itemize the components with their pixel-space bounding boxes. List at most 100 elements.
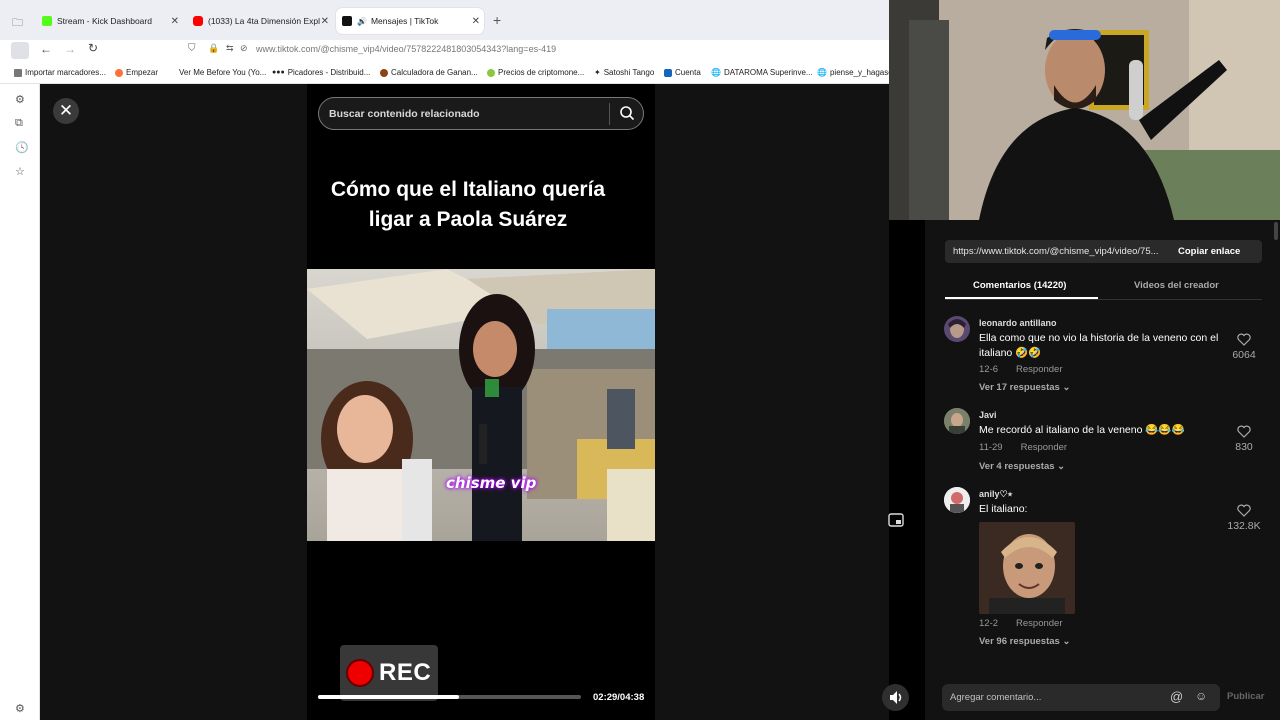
bookmark-label: Picadores - Distribuid... <box>287 68 371 77</box>
volume-button[interactable] <box>882 684 909 711</box>
bookmark-satoshi-tango[interactable]: ✦ Satoshi Tango <box>594 68 654 77</box>
back-icon[interactable]: ← <box>40 42 52 56</box>
chevron-down-icon: ⌄ <box>1062 382 1071 393</box>
reload-icon[interactable]: ↻ <box>88 41 98 55</box>
share-url[interactable]: https://www.tiktok.com/@chisme_vip4/vide… <box>953 246 1159 257</box>
tab-comments[interactable]: Comentarios (14220) <box>973 280 1066 291</box>
comment-meta: 12-2 Responder <box>979 618 1081 629</box>
comment-placeholder: Agregar comentario... <box>950 692 1042 703</box>
avatar-image <box>944 408 970 434</box>
related-search-input[interactable]: Buscar contenido relacionado <box>318 97 644 130</box>
tab-tiktok-messages[interactable]: 🔊 Mensajes | TikTok ✕ <box>336 8 484 34</box>
comment-username[interactable]: leonardo antillano <box>979 318 1057 328</box>
bookmark-precios-cripto[interactable]: Precios de criptomone... <box>487 68 584 77</box>
video-progress-bar[interactable] <box>318 695 581 699</box>
avatar[interactable] <box>944 408 970 434</box>
publish-button[interactable]: Publicar <box>1227 691 1265 702</box>
history-icon[interactable]: 🕓 <box>15 141 29 154</box>
reply-button[interactable]: Responder <box>1021 442 1067 453</box>
comment-date: 11-29 <box>979 442 1003 453</box>
emoji-icon[interactable]: ☺ <box>1195 689 1207 703</box>
copy-link-button[interactable]: Copiar enlace <box>1178 246 1240 257</box>
panel-tabs: Comentarios (14220) Videos del creador <box>945 278 1262 300</box>
comment-date: 12-2 <box>979 618 999 629</box>
bookmark-label: Satoshi Tango <box>603 68 655 77</box>
bookmark-dataroma[interactable]: 🌐 DATAROMA Superinve... <box>711 68 813 77</box>
tab-youtube[interactable]: (1033) La 4ta Dimensión Explica ✕ <box>187 9 333 33</box>
comment-text: Me recordó al italiano de la veneno 😂😂😂 <box>979 424 1185 436</box>
avatar-image <box>948 319 966 338</box>
close-tab-icon[interactable]: ✕ <box>472 16 480 27</box>
bookmark-calculadora[interactable]: Calculadora de Ganan... <box>380 68 478 77</box>
sidebar-toggle-icon[interactable] <box>11 42 29 59</box>
heart-icon[interactable] <box>1237 504 1251 517</box>
rec-indicator: REC <box>340 645 438 701</box>
tab-label: Mensajes | TikTok <box>370 16 439 26</box>
bookmark-piense[interactable]: 🌐 piense_y_hagase <box>817 68 893 77</box>
bookmark-label: Calculadora de Ganan... <box>391 68 478 77</box>
bookmark-picadores[interactable]: ●●● Picadores - Distribuid... <box>272 68 370 77</box>
globe-icon: 🌐 <box>711 68 721 77</box>
video-headline: Cómo que el Italiano quería ligar a Paol… <box>330 178 606 231</box>
autoplay-blocked-icon[interactable]: ⊘ <box>240 43 248 54</box>
firefox-icon <box>115 68 123 77</box>
replies-label: Ver 4 respuestas <box>979 461 1055 472</box>
comment-username[interactable]: Javi <box>979 410 997 420</box>
permissions-icon[interactable]: ⇆ <box>226 43 234 54</box>
view-replies-button[interactable]: Ver 17 respuestas ⌄ <box>979 382 1070 393</box>
bookmark-cuenta[interactable]: Cuenta <box>664 68 701 77</box>
satoshi-icon: ✦ <box>594 68 601 77</box>
avatar[interactable] <box>944 316 970 342</box>
replies-label: Ver 17 respuestas <box>979 382 1060 393</box>
search-icon[interactable] <box>619 105 635 121</box>
close-tab-icon[interactable]: ✕ <box>321 16 329 27</box>
rec-label: REC <box>379 659 432 686</box>
avatar[interactable] <box>944 487 970 513</box>
reply-button[interactable]: Responder <box>1016 618 1062 629</box>
calculator-icon <box>380 68 388 77</box>
bookmark-label: Cuenta <box>675 68 701 77</box>
heart-icon[interactable] <box>1237 425 1251 438</box>
synced-tabs-icon[interactable]: ⧉ <box>15 117 23 130</box>
comment-gif-image[interactable] <box>979 522 1075 614</box>
heart-icon[interactable] <box>1237 333 1251 346</box>
browser-sidebar: ⚙ ⧉ 🕓 ☆ ⚙ <box>0 84 40 720</box>
customize-sidebar-icon[interactable]: ⚙ <box>15 702 25 715</box>
speaker-icon[interactable]: 🔊 <box>357 17 367 26</box>
new-tab-button[interactable]: + <box>493 12 501 28</box>
bookmark-label: Precios de criptomone... <box>498 68 585 77</box>
bookmarks-icon[interactable]: ☆ <box>15 165 25 178</box>
comment-input[interactable]: Agregar comentario... @ ☺ <box>942 684 1220 711</box>
video-frame <box>307 269 655 541</box>
comment-meta: 11-29 Responder <box>979 442 1085 453</box>
comment-username[interactable]: anily♡⭑ <box>979 489 1012 500</box>
ai-chat-icon[interactable]: ⚙ <box>15 93 25 106</box>
shield-icon[interactable]: ⛉ <box>188 43 196 54</box>
bookmark-empezar[interactable]: Empezar <box>115 68 158 77</box>
panel-scrollbar[interactable] <box>1274 222 1278 240</box>
close-tab-icon[interactable]: ✕ <box>171 16 179 27</box>
video-progress-fill <box>318 695 459 699</box>
tab-list-icon[interactable]: 🗀 <box>12 14 23 33</box>
tab-label: Stream - Kick Dashboard <box>57 16 152 26</box>
address-bar[interactable]: www.tiktok.com/@chisme_vip4/video/757822… <box>256 44 556 54</box>
picture-in-picture-icon[interactable] <box>888 512 904 528</box>
close-video-button[interactable]: ✕ <box>53 98 79 124</box>
view-replies-button[interactable]: Ver 96 respuestas ⌄ <box>979 636 1070 647</box>
search-divider <box>609 103 610 125</box>
comment-text: Ella como que no vio la historia de la v… <box>979 332 1219 359</box>
chevron-down-icon: ⌄ <box>1062 636 1071 647</box>
tab-creator-videos[interactable]: Videos del creador <box>1134 280 1219 291</box>
reply-button[interactable]: Responder <box>1016 364 1062 375</box>
comment-meta: 12-6 Responder <box>979 364 1081 375</box>
forward-icon[interactable]: → <box>64 42 76 56</box>
bookmark-me-before-you[interactable]: Ver Me Before You (Yo... <box>179 68 266 77</box>
webcam-image <box>889 0 1280 220</box>
bookmarks-bar: Importar marcadores... Empezar Ver Me Be… <box>0 62 893 84</box>
mention-icon[interactable]: @ <box>1170 689 1183 704</box>
globe-icon: 🌐 <box>817 68 827 77</box>
tab-kick-dashboard[interactable]: Stream - Kick Dashboard ✕ <box>36 9 183 33</box>
bookmark-import[interactable]: Importar marcadores... <box>14 68 106 77</box>
view-replies-button[interactable]: Ver 4 respuestas ⌄ <box>979 461 1065 472</box>
lock-icon[interactable]: 🔒 <box>208 43 219 54</box>
